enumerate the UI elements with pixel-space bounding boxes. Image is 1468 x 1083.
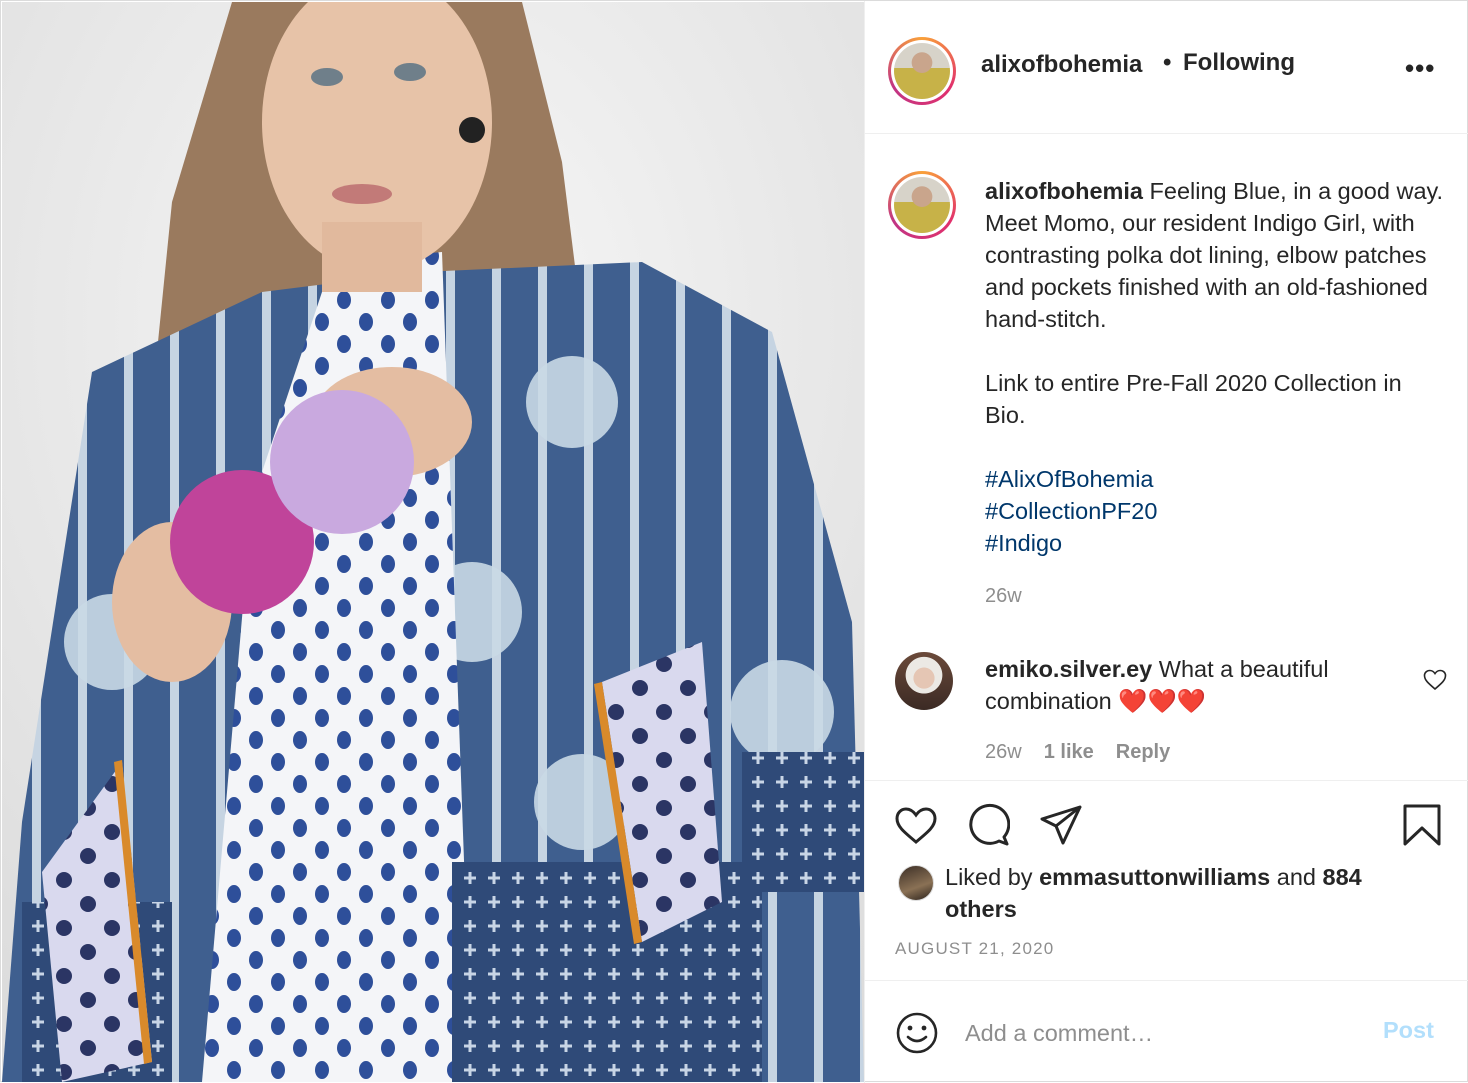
post-comment-button[interactable]: Post xyxy=(1383,1017,1434,1044)
likes-joiner: and xyxy=(1276,864,1316,890)
post-photo[interactable] xyxy=(2,2,864,1082)
emoji-icon[interactable] xyxy=(895,1011,939,1055)
caption-text: alixofbohemia Feeling Blue, in a good wa… xyxy=(985,175,1445,559)
liked-by-label: Liked by xyxy=(945,864,1033,890)
hashtag-link[interactable]: #CollectionPF20 xyxy=(985,495,1445,527)
comment-meta: 26w 1 like Reply xyxy=(985,741,1170,764)
likes-summary: Liked by emmasuttonwilliams and 884 othe… xyxy=(945,861,1385,925)
reply-button[interactable]: Reply xyxy=(1116,741,1170,764)
caption-timestamp[interactable]: 26w xyxy=(985,585,1022,608)
more-icon[interactable]: ••• xyxy=(1405,53,1435,84)
liker-username[interactable]: emmasuttonwilliams xyxy=(1039,864,1270,890)
separator-dot: • xyxy=(1163,49,1172,76)
comment-input[interactable] xyxy=(965,1013,1365,1053)
heart-icon[interactable] xyxy=(894,803,938,847)
bookmark-icon[interactable] xyxy=(1400,803,1444,847)
author-username[interactable]: alixofbohemia xyxy=(981,51,1142,79)
hashtag-link[interactable]: #Indigo xyxy=(985,527,1445,559)
caption-avatar[interactable] xyxy=(888,171,956,239)
share-icon[interactable] xyxy=(1039,803,1083,847)
instagram-post: alixofbohemia • Following ••• alixofbohe… xyxy=(0,0,1468,1083)
comment-likes-count[interactable]: 1 like xyxy=(1044,741,1094,764)
comment-text: emiko.silver.ey What a beautiful combina… xyxy=(985,653,1405,717)
post-date[interactable]: AUGUST 21, 2020 xyxy=(895,939,1054,959)
caption-link-line: Link to entire Pre-Fall 2020 Collection … xyxy=(985,370,1402,428)
post-actions: Liked by emmasuttonwilliams and 884 othe… xyxy=(865,780,1468,980)
liker-avatar[interactable] xyxy=(898,865,934,901)
post-header: alixofbohemia • Following ••• xyxy=(865,1,1468,134)
post-photo-illustration xyxy=(2,2,864,1082)
author-avatar[interactable] xyxy=(888,37,956,105)
commenter-avatar[interactable] xyxy=(895,652,953,710)
comment-icon[interactable] xyxy=(966,803,1010,847)
add-comment-bar: Post xyxy=(865,980,1468,1083)
commenter-username[interactable]: emiko.silver.ey xyxy=(985,656,1152,682)
caption-username[interactable]: alixofbohemia xyxy=(985,178,1143,204)
comment-timestamp[interactable]: 26w xyxy=(985,741,1022,764)
following-button[interactable]: Following xyxy=(1183,49,1295,77)
hashtag-link[interactable]: #AlixOfBohemia xyxy=(985,463,1445,495)
post-sidebar: alixofbohemia • Following ••• alixofbohe… xyxy=(864,1,1468,1083)
comment-like-heart-icon[interactable] xyxy=(1423,669,1447,691)
